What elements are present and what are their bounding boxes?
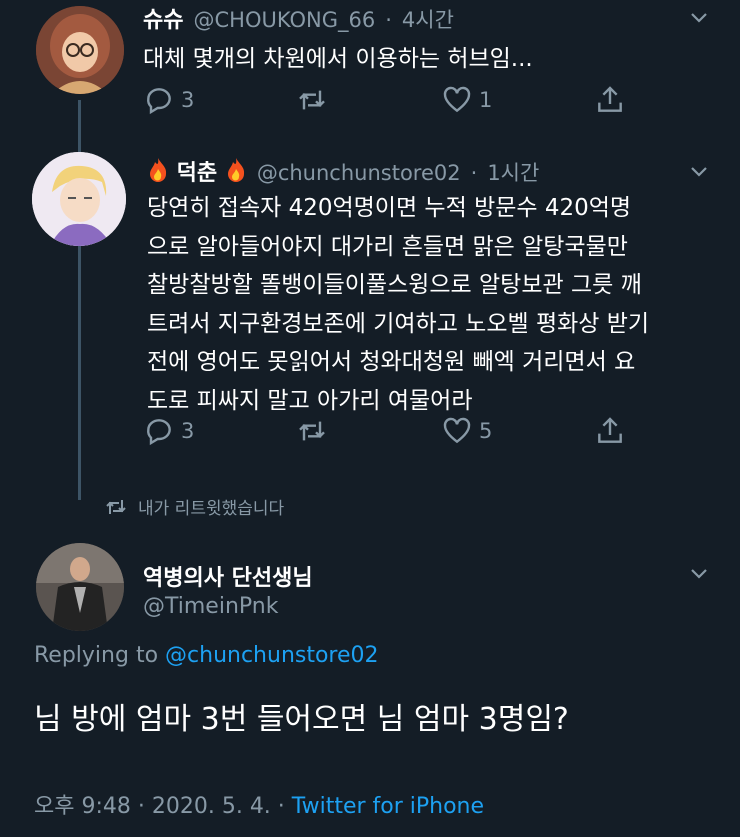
- author-handle[interactable]: @CHOUKONG_66: [193, 8, 375, 32]
- retweet-button[interactable]: [296, 84, 334, 116]
- avatar[interactable]: [32, 152, 126, 246]
- tweet-text: 당연히 접속자 420억명이면 누적 방문수 420억명 으로 알아들어야지 대…: [147, 189, 727, 420]
- tweet-text-line: 도로 피싸지 말고 아가리 여물어라: [147, 387, 473, 414]
- tweet-text-line: 으로 알아들어야지 대가리 흔들면 맑은 알탕국물만: [147, 233, 628, 260]
- share-icon: [598, 417, 622, 443]
- timestamp[interactable]: 오후 9:48 · 2020. 5. 4. ·: [34, 794, 292, 819]
- like-count: 1: [479, 88, 493, 112]
- chevron-down-icon[interactable]: [687, 562, 711, 586]
- like-button[interactable]: 5: [441, 415, 492, 447]
- reply-icon: [147, 88, 171, 115]
- avatar[interactable]: [36, 6, 124, 94]
- author-handle[interactable]: @TimeinPnk: [143, 594, 278, 619]
- tweet-text-line: 당연히 접속자 420억명이면 누적 방문수 420억명: [147, 195, 632, 221]
- like-button[interactable]: 1: [441, 84, 492, 116]
- chevron-down-icon[interactable]: [687, 6, 711, 30]
- author-name[interactable]: 역병의사 단선생님: [143, 560, 313, 592]
- author-handle[interactable]: @chunchunstore02: [257, 161, 461, 185]
- retweet-icon: [106, 499, 126, 514]
- retweet-icon: [299, 421, 325, 441]
- fire-emoji-icon: [150, 158, 167, 182]
- author-name[interactable]: 슈슈: [143, 2, 183, 34]
- share-icon: [598, 86, 622, 112]
- tweet-text: 대체 몇개의 차원에서 이용하는 허브임...: [143, 46, 533, 72]
- reply-icon: [147, 419, 171, 446]
- tweet-text-line: 찰방찰방할 똘뱅이들이풀스윙으로 알탕보관 그릇 깨: [147, 272, 642, 298]
- share-button[interactable]: [594, 84, 626, 116]
- separator: ·: [470, 161, 478, 185]
- author-name[interactable]: 덕춘: [147, 155, 247, 187]
- tweet-text-line: 트려서 지구환경보존에 기여하고 노오벨 평화상 받기: [147, 310, 650, 337]
- replying-to-link[interactable]: @chunchunstore02: [165, 643, 379, 668]
- heart-icon: [443, 86, 471, 113]
- reply-button[interactable]: 3: [143, 84, 194, 116]
- retweet-button[interactable]: [296, 415, 328, 447]
- tweet-time[interactable]: 4시간: [402, 4, 454, 34]
- chevron-down-icon[interactable]: [687, 160, 711, 184]
- thread-line-2: [78, 238, 81, 500]
- tweet-text-line: 전에 영어도 못읽어서 청와대청원 빼엑 거리면서 요: [147, 349, 636, 375]
- like-count: 5: [479, 419, 493, 443]
- tweet-time[interactable]: 1시간: [487, 157, 539, 187]
- retweet-icon: [299, 90, 325, 110]
- avatar[interactable]: [36, 543, 124, 631]
- share-button[interactable]: [594, 415, 626, 447]
- separator: ·: [385, 8, 392, 32]
- thread-line-1: [78, 100, 81, 152]
- fire-emoji-icon: [227, 158, 244, 182]
- main-tweet-text: 님 방에 엄마 3번 들어오면 님 엄마 3명임?: [34, 702, 569, 737]
- heart-icon: [443, 417, 471, 444]
- replying-to: Replying to @chunchunstore02: [34, 643, 379, 668]
- reply-count: 3: [181, 419, 195, 443]
- reply-count: 3: [181, 88, 195, 112]
- reply-button[interactable]: 3: [143, 415, 194, 447]
- source-link[interactable]: Twitter for iPhone: [292, 794, 484, 819]
- retweet-notice-text: 내가 리트윗했습니다: [138, 499, 285, 519]
- retweet-notice: 내가 리트윗했습니다: [104, 494, 284, 519]
- timestamp-row: 오후 9:48 · 2020. 5. 4. · Twitter for iPho…: [34, 788, 484, 820]
